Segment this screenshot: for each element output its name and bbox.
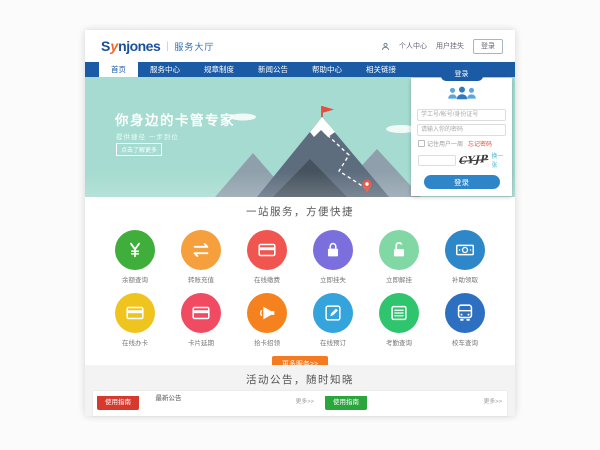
service-label: 补助领取: [432, 274, 498, 284]
more-link-left[interactable]: 更多>>: [296, 396, 314, 405]
service-label: 在线预订: [300, 337, 366, 347]
header-links: 个人中心 用户挂失 登录: [381, 30, 503, 62]
edit-icon: [313, 293, 353, 333]
service-label: 在线办卡: [102, 337, 168, 347]
announcement-panel-left: 使用指南 最新公告 更多>>: [97, 392, 317, 407]
forgot-password-link[interactable]: 忘记密码: [468, 139, 492, 148]
nav-item-4[interactable]: 帮助中心: [300, 62, 354, 77]
megaphone-icon: [247, 293, 287, 333]
service-label: 余额查询: [102, 274, 168, 284]
logo-y-mark: y: [110, 38, 117, 54]
nav-item-2[interactable]: 规章制度: [192, 62, 246, 77]
service-item-9[interactable]: 在线预订: [300, 293, 366, 347]
service-label: 考勤查询: [366, 337, 432, 347]
card-icon: [247, 230, 287, 270]
captcha-input[interactable]: [418, 155, 456, 166]
banknote-icon: [445, 230, 485, 270]
service-label: 在线缴费: [234, 274, 300, 284]
nav-item-5[interactable]: 相关链接: [354, 62, 408, 77]
service-item-4[interactable]: 立即解挂: [366, 230, 432, 284]
service-item-8[interactable]: 拾卡招领: [234, 293, 300, 347]
service-label: 立即挂失: [300, 274, 366, 284]
yen-icon: [115, 230, 155, 270]
services-grid: 余额查询转账充值在线缴费立即挂失立即解挂补助领取在线办卡卡片延期拾卡招领在线预订…: [100, 221, 500, 347]
banner-learn-more-button[interactable]: 点击了解更多: [116, 143, 162, 156]
service-item-3[interactable]: 立即挂失: [300, 230, 366, 284]
service-item-10[interactable]: 考勤查询: [366, 293, 432, 347]
nav-item-1[interactable]: 服务中心: [138, 62, 192, 77]
service-label: 拾卡招领: [234, 337, 300, 347]
logo-divider: |: [166, 41, 168, 52]
link-personal-center[interactable]: 个人中心: [399, 41, 427, 51]
more-link-right[interactable]: 更多>>: [484, 396, 502, 405]
service-label: 立即解挂: [366, 274, 432, 284]
service-item-2[interactable]: 在线缴费: [234, 230, 300, 284]
nav-item-3[interactable]: 新闻公告: [246, 62, 300, 77]
nav-item-0[interactable]: 首页: [99, 62, 138, 77]
announcements-section: 活动公告，随时知晓 使用指南 最新公告 更多>> 使用指南 更多>>: [85, 365, 515, 416]
bus-icon: [445, 293, 485, 333]
captcha-row: CYJP 换一张: [418, 151, 505, 169]
site-header: Synjones | 服务大厅 个人中心 用户挂失 登录: [85, 30, 515, 62]
site-name: 服务大厅: [174, 40, 214, 53]
service-item-0[interactable]: 余额查询: [102, 230, 168, 284]
services-section: 一站服务，方便快捷 余额查询转账充值在线缴费立即挂失立即解挂补助领取在线办卡卡片…: [85, 197, 515, 365]
website-window: Synjones | 服务大厅 个人中心 用户挂失 登录 首页服务中心规章制度新…: [85, 30, 515, 416]
username-input[interactable]: [417, 109, 506, 121]
lock-icon: [313, 230, 353, 270]
password-input[interactable]: [417, 124, 506, 136]
card-icon: [115, 293, 155, 333]
services-title: 一站服务，方便快捷: [85, 197, 515, 219]
announcements-title: 活动公告，随时知晓: [85, 365, 515, 387]
announcement-panels: 使用指南 最新公告 更多>> 使用指南 更多>>: [93, 391, 507, 416]
banner-title: 你身边的卡管专家: [115, 109, 235, 129]
card-icon: [181, 293, 221, 333]
link-user-loss-report[interactable]: 用户挂失: [436, 41, 464, 51]
service-label: 校车查询: [432, 337, 498, 347]
service-label: 卡片延期: [168, 337, 234, 347]
list-icon: [379, 293, 419, 333]
remember-checkbox[interactable]: [418, 140, 425, 147]
announcement-panel-right: 使用指南 更多>>: [325, 392, 505, 407]
users-icon: [411, 85, 512, 106]
service-item-5[interactable]: 补助领取: [432, 230, 498, 284]
banner-subtitle: 提供捷径 一步到位: [116, 131, 179, 141]
person-icon: [381, 42, 390, 51]
remember-label: 记住用户一周: [427, 139, 463, 148]
remember-row: 记住用户一周 忘记密码: [418, 139, 505, 148]
usage-guide-ribbon[interactable]: 使用指南: [97, 396, 139, 410]
service-item-6[interactable]: 在线办卡: [102, 293, 168, 347]
screenshot-canvas: Synjones | 服务大厅 个人中心 用户挂失 登录 首页服务中心规章制度新…: [0, 0, 600, 450]
header-login-button[interactable]: 登录: [473, 39, 503, 54]
service-label: 转账充值: [168, 274, 234, 284]
logo[interactable]: Synjones | 服务大厅: [101, 38, 214, 54]
transfer-icon: [181, 230, 221, 270]
login-tab[interactable]: 登录: [441, 67, 483, 81]
captcha-image[interactable]: CYJP: [459, 153, 489, 166]
service-item-11[interactable]: 校车查询: [432, 293, 498, 347]
unlock-icon: [379, 230, 419, 270]
latest-news-tab[interactable]: 最新公告: [155, 392, 181, 406]
login-submit-button[interactable]: 登录: [424, 175, 500, 189]
service-item-1[interactable]: 转账充值: [168, 230, 234, 284]
logo-text: Synjones: [101, 38, 160, 54]
captcha-refresh-link[interactable]: 换一张: [491, 151, 505, 169]
login-panel: 登录 记住用户一周 忘记密码 CYJP 换一张 登录: [411, 78, 512, 196]
service-item-7[interactable]: 卡片延期: [168, 293, 234, 347]
usage-guide-ribbon-green[interactable]: 使用指南: [325, 396, 367, 410]
